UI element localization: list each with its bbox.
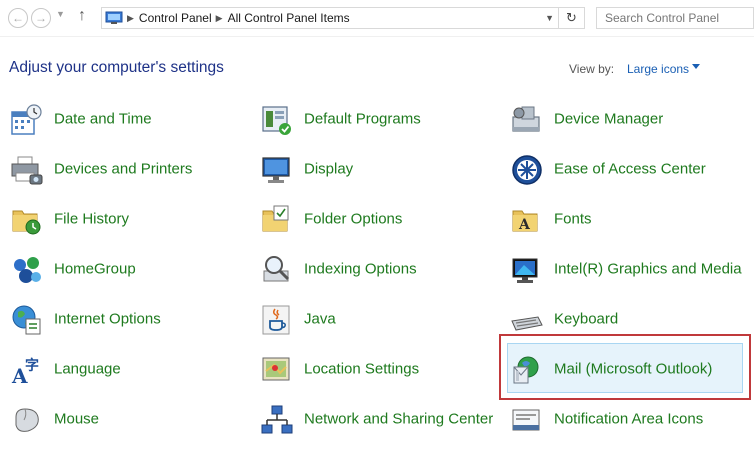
- up-arrow-icon: ↑: [78, 7, 86, 24]
- view-by-label: View by:: [569, 62, 615, 76]
- folder-options-icon: [262, 205, 289, 232]
- item-label: Notification Area Icons: [554, 410, 704, 428]
- page-title: Adjust your computer's settings: [9, 59, 224, 76]
- item-intel-graphics-and-media[interactable]: Intel(R) Graphics and Media: [510, 247, 750, 291]
- ease-of-access-icon: [512, 155, 542, 185]
- magnifier-icon: [263, 256, 290, 282]
- refresh-icon: ↻: [566, 10, 577, 25]
- search-input[interactable]: Search Control Panel: [596, 7, 754, 29]
- item-fonts[interactable]: A Fonts: [510, 197, 750, 241]
- item-ease-of-access-center[interactable]: Ease of Access Center: [510, 147, 750, 191]
- item-language[interactable]: A 字 Language: [10, 347, 250, 391]
- item-java[interactable]: Java: [260, 297, 500, 341]
- item-network-and-sharing-center[interactable]: Network and Sharing Center: [260, 397, 500, 441]
- default-programs-icon: [262, 106, 291, 135]
- view-by-caret-icon[interactable]: [692, 64, 700, 69]
- item-label: Intel(R) Graphics and Media: [554, 260, 742, 278]
- item-label: Mouse: [54, 410, 100, 428]
- keyboard-icon: [511, 316, 543, 331]
- location-map-icon: [262, 357, 290, 381]
- item-mail-microsoft-outlook[interactable]: Mail (Microsoft Outlook): [510, 347, 750, 391]
- breadcrumb-separator-icon: ▶: [127, 12, 134, 23]
- forward-button[interactable]: →: [31, 8, 51, 28]
- item-notification-area-icons[interactable]: Notification Area Icons: [510, 397, 750, 441]
- chevron-down-icon: ▼: [56, 9, 65, 19]
- globe-icon: [12, 305, 41, 335]
- file-history-icon: [12, 210, 41, 235]
- item-label: Ease of Access Center: [554, 160, 706, 178]
- item-location-settings[interactable]: Location Settings: [260, 347, 500, 391]
- item-label: Location Settings: [304, 360, 420, 378]
- item-folder-options[interactable]: Folder Options: [260, 197, 500, 241]
- item-label: Network and Sharing Center: [304, 410, 494, 428]
- item-label: File History: [54, 210, 130, 228]
- network-icon: [261, 405, 293, 434]
- item-label: Keyboard: [554, 310, 619, 328]
- item-label: Java: [304, 310, 336, 328]
- item-label: Display: [304, 160, 354, 178]
- notification-area-icon: [512, 409, 540, 431]
- java-icon: [262, 305, 290, 335]
- item-file-history[interactable]: File History: [10, 197, 250, 241]
- control-panel-icon: [105, 11, 123, 24]
- item-default-programs[interactable]: Default Programs: [260, 97, 500, 141]
- item-label: Devices and Printers: [54, 160, 193, 178]
- item-label: Default Programs: [304, 110, 421, 128]
- item-device-manager[interactable]: Device Manager: [510, 97, 750, 141]
- back-arrow-icon: ←: [12, 11, 24, 25]
- fonts-folder-icon: A: [512, 210, 538, 233]
- breadcrumb-control-panel[interactable]: Control Panel: [139, 11, 212, 25]
- back-button[interactable]: ←: [8, 8, 28, 28]
- address-dropdown-icon[interactable]: ▼: [545, 13, 554, 23]
- item-label: Language: [54, 360, 121, 378]
- breadcrumb-separator-icon: ▶: [215, 12, 223, 23]
- item-label: Mail (Microsoft Outlook): [554, 360, 713, 378]
- refresh-button[interactable]: ↻: [559, 7, 585, 29]
- item-homegroup[interactable]: HomeGroup: [10, 247, 250, 291]
- mouse-icon: [15, 408, 39, 432]
- item-display[interactable]: Display: [260, 147, 500, 191]
- svg-text:字: 字: [25, 357, 39, 374]
- item-devices-and-printers[interactable]: Devices and Printers: [10, 147, 250, 191]
- item-keyboard[interactable]: Keyboard: [510, 297, 750, 341]
- item-label: Indexing Options: [304, 260, 417, 278]
- mail-icon: [513, 356, 539, 384]
- recent-locations-button[interactable]: ▼: [56, 9, 65, 19]
- toolbar-divider: [0, 36, 754, 37]
- monitor-icon: [262, 157, 290, 183]
- item-mouse[interactable]: Mouse: [10, 397, 250, 441]
- item-internet-options[interactable]: Internet Options: [10, 297, 250, 341]
- item-label: Device Manager: [554, 110, 664, 128]
- address-box[interactable]: ▶ Control Panel ▶ All Control Panel Item…: [101, 7, 559, 29]
- intel-graphics-icon: [512, 258, 538, 283]
- item-label: Internet Options: [54, 310, 161, 328]
- up-button[interactable]: ↑: [78, 7, 86, 25]
- svg-text:A: A: [518, 217, 531, 233]
- device-manager-icon: [512, 106, 540, 132]
- printer-icon: [11, 156, 43, 185]
- item-indexing-options[interactable]: Indexing Options: [260, 247, 500, 291]
- address-bar-row: ← → ▼ ↑ ▶ Control Panel ▶ All Control Pa…: [0, 0, 754, 36]
- item-label: HomeGroup: [54, 260, 136, 278]
- breadcrumb-all-items[interactable]: All Control Panel Items: [228, 11, 350, 25]
- forward-arrow-icon: →: [35, 11, 47, 25]
- item-label: Folder Options: [304, 210, 403, 228]
- item-label: Date and Time: [54, 110, 152, 128]
- item-date-and-time[interactable]: Date and Time: [10, 97, 250, 141]
- calendar-clock-icon: [11, 104, 42, 135]
- view-by-dropdown[interactable]: Large icons: [627, 62, 689, 76]
- homegroup-icon: [14, 257, 41, 283]
- item-label: Fonts: [554, 210, 592, 228]
- language-icon: A 字: [11, 357, 39, 387]
